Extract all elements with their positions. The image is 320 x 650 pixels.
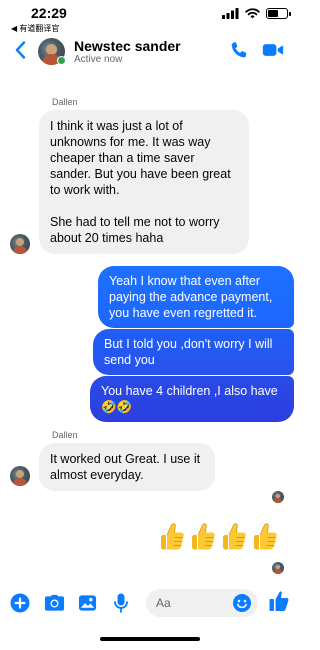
contact-status: Active now (74, 54, 123, 65)
message-input-placeholder: Aa (156, 596, 171, 610)
sender-name: Dallen (52, 97, 78, 107)
camera-icon (44, 594, 64, 611)
emoji-button[interactable] (232, 593, 252, 613)
signal-icon (222, 8, 239, 19)
battery-icon (266, 8, 291, 19)
smiley-icon (233, 594, 251, 612)
sender-name: Dallen (52, 430, 78, 440)
send-like-button[interactable] (268, 590, 290, 612)
status-icons (222, 8, 291, 19)
seen-receipt-avatar (272, 562, 284, 574)
thumbs-up-icon (158, 521, 186, 551)
home-indicator[interactable] (100, 637, 200, 641)
message-input[interactable]: Aa (146, 589, 258, 617)
incoming-message[interactable]: I think it was just a lot of unknowns fo… (39, 110, 249, 254)
outgoing-message[interactable]: But I told you ,don't worry I will send … (93, 329, 294, 375)
avatar-image (272, 491, 284, 503)
back-button[interactable] (10, 38, 30, 62)
status-bar: 22:29 ◀ 有道翻译官 (0, 0, 300, 36)
gallery-icon (78, 595, 96, 611)
composer-bar: Aa (0, 588, 300, 620)
video-call-button[interactable] (262, 40, 284, 60)
return-to-app-link[interactable]: ◀ 有道翻译官 (11, 23, 59, 34)
wifi-icon (245, 8, 260, 19)
online-status-dot (57, 56, 66, 65)
thumbs-up-icon (189, 521, 217, 551)
audio-call-button[interactable] (229, 40, 249, 60)
conversation-header: Newstec sander Active now (0, 34, 300, 68)
thumbs-up-icon (220, 521, 248, 551)
plus-icon (10, 593, 30, 613)
outgoing-message[interactable]: You have 4 children ,I also have 🤣🤣 (90, 376, 294, 422)
thumbs-up-icon (251, 521, 279, 551)
thumbs-up-message[interactable] (158, 521, 279, 551)
gallery-button[interactable] (76, 592, 98, 614)
status-time: 22:29 (31, 5, 67, 21)
avatar-image (10, 234, 30, 254)
video-camera-icon (262, 44, 284, 56)
incoming-message[interactable]: It worked out Great. I use it almost eve… (39, 443, 215, 491)
sender-avatar[interactable] (10, 234, 30, 254)
phone-icon (231, 42, 247, 58)
voice-message-button[interactable] (110, 592, 132, 614)
seen-receipt-avatar (272, 491, 284, 503)
camera-button[interactable] (43, 592, 65, 614)
avatar-image (272, 562, 284, 574)
microphone-icon (114, 593, 128, 613)
thumbs-up-icon (269, 591, 289, 611)
sender-avatar[interactable] (10, 466, 30, 486)
avatar-image (10, 466, 30, 486)
more-actions-button[interactable] (9, 592, 31, 614)
contact-name[interactable]: Newstec sander (74, 38, 181, 54)
outgoing-message[interactable]: Yeah I know that even after paying the a… (98, 266, 294, 328)
contact-avatar[interactable] (38, 38, 66, 65)
back-chevron-icon (15, 41, 25, 59)
